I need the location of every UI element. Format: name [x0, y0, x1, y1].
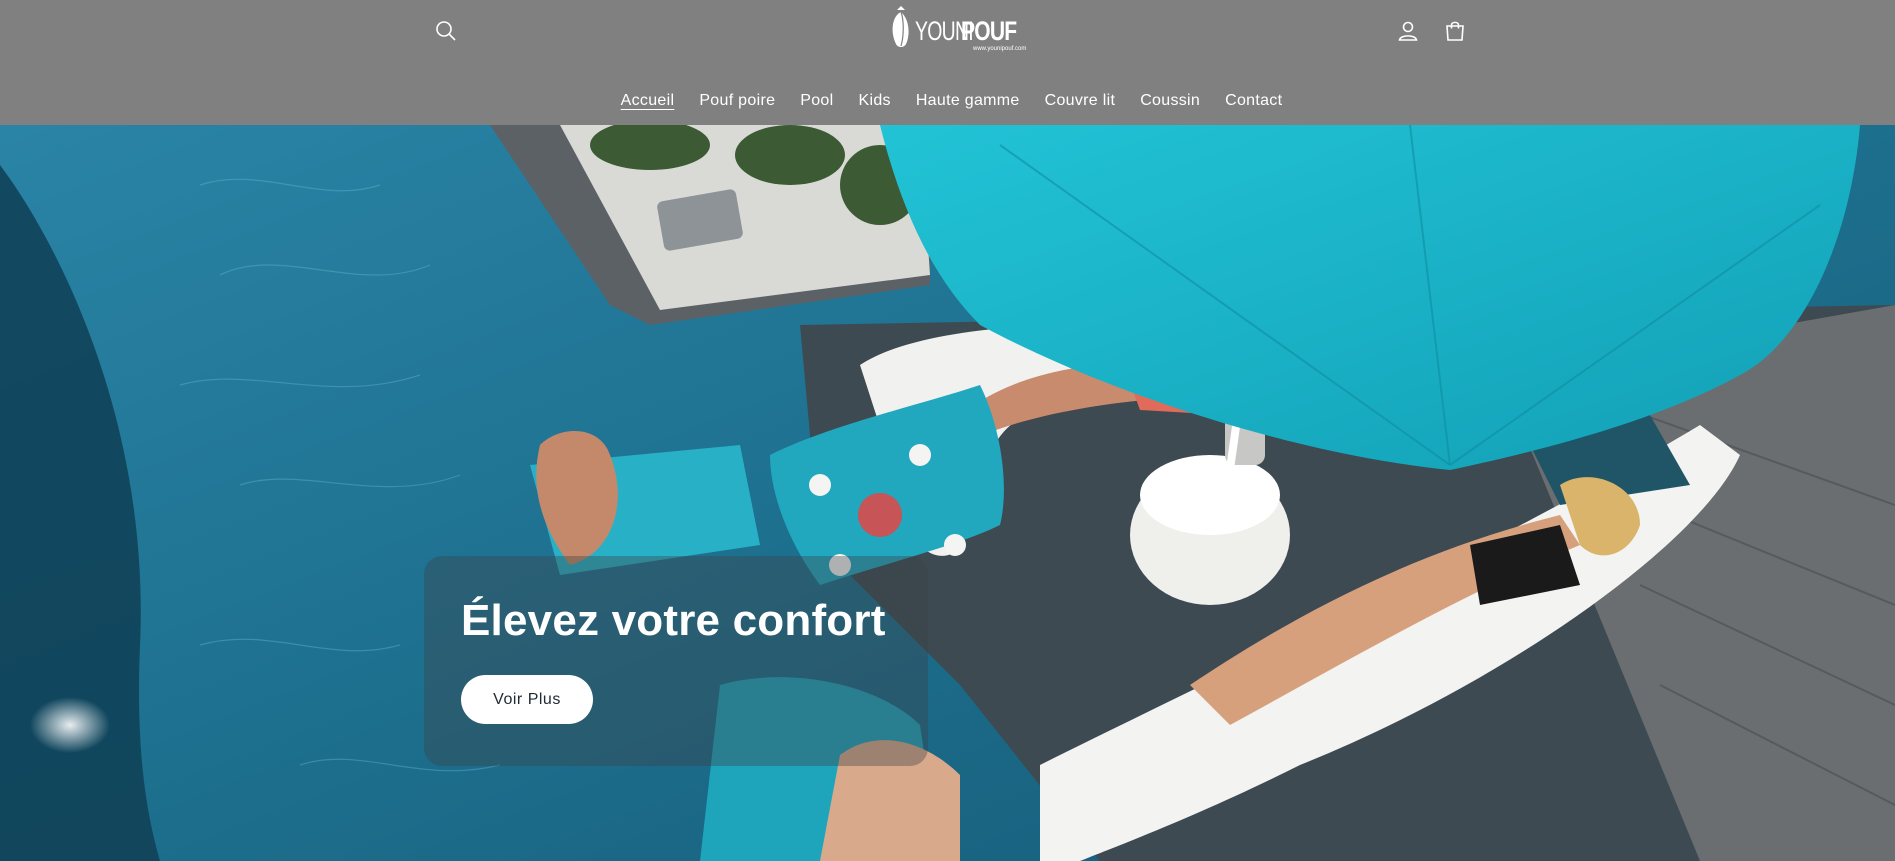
- nav-item-kids[interactable]: Kids: [859, 86, 891, 116]
- logo-wordmark: YOUNI POUF www.younipouf.com: [915, 16, 1027, 53]
- nav-item-pouf-poire[interactable]: Pouf poire: [699, 86, 775, 116]
- hero-background-image: [0, 125, 1895, 861]
- nav-item-contact[interactable]: Contact: [1225, 86, 1282, 116]
- nav-item-coussin[interactable]: Coussin: [1140, 86, 1200, 116]
- hero-banner: Élevez votre confort Voir Plus: [0, 125, 1895, 861]
- hero-content-panel: [424, 556, 928, 766]
- main-navigation: Accueil Pouf poire Pool Kids Haute gamme…: [0, 86, 1895, 116]
- logo-url: www.younipouf.com: [973, 46, 1027, 52]
- cart-icon: [1446, 21, 1464, 41]
- nav-item-accueil[interactable]: Accueil: [621, 86, 675, 116]
- nav-item-haute-gamme[interactable]: Haute gamme: [916, 86, 1020, 116]
- user-icon: [1398, 21, 1418, 41]
- logo-name-bold: POUF: [961, 16, 1017, 46]
- site-header: YOUNI POUF www.younipouf.com Accueil Pou…: [0, 0, 1895, 125]
- hero-title: Élevez votre confort: [461, 596, 886, 645]
- nav-item-pool[interactable]: Pool: [800, 86, 833, 116]
- nav-item-couvre-lit[interactable]: Couvre lit: [1045, 86, 1116, 116]
- voir-plus-button[interactable]: Voir Plus: [461, 675, 593, 724]
- search-icon: [436, 21, 456, 41]
- account-button[interactable]: [1388, 11, 1428, 51]
- logo-mark-icon: [892, 6, 909, 47]
- brand-logo[interactable]: YOUNI POUF www.younipouf.com: [888, 6, 1026, 56]
- cart-button[interactable]: [1435, 11, 1475, 51]
- search-button[interactable]: [426, 11, 466, 51]
- logo-name-light: YOUNI: [915, 16, 974, 46]
